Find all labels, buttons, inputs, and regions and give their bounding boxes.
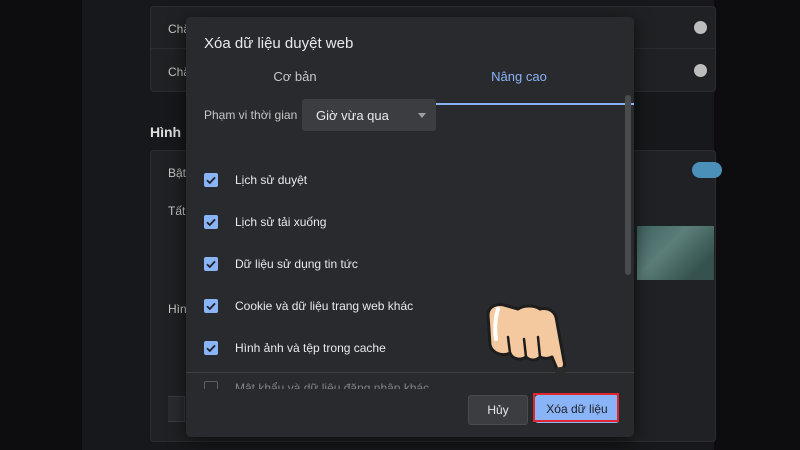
checkbox-checked-icon[interactable] xyxy=(204,299,218,313)
time-range-label: Phạm vi thời gian xyxy=(204,108,298,122)
checkbox-browsing-history[interactable]: Lịch sử duyệt xyxy=(204,171,604,191)
background-button-edge[interactable] xyxy=(168,396,185,422)
checkbox-label: Dữ liệu sử dụng tin tức xyxy=(235,257,358,271)
chevron-down-icon xyxy=(418,113,426,118)
background-toggle[interactable] xyxy=(694,21,707,34)
checkbox-checked-icon[interactable] xyxy=(204,215,218,229)
checkbox-label: Hình ảnh và tệp trong cache xyxy=(235,341,386,355)
time-range-select[interactable]: Giờ vừa qua xyxy=(302,99,436,131)
checkbox-label: Cookie và dữ liệu trang web khác xyxy=(235,299,414,313)
wallpaper-thumbnail[interactable] xyxy=(637,226,714,280)
background-row-label: Tất xyxy=(168,204,186,218)
pointing-hand-icon xyxy=(486,303,567,375)
cancel-button[interactable]: Hủy xyxy=(468,395,528,425)
background-section-heading: Hình xyxy=(150,124,182,140)
checkbox-news-usage-data[interactable]: Dữ liệu sử dụng tin tức xyxy=(204,255,604,275)
checkbox-checked-icon[interactable] xyxy=(204,257,218,271)
right-dark-strip xyxy=(714,0,800,450)
left-dark-strip xyxy=(0,0,82,450)
checkbox-checked-icon[interactable] xyxy=(204,341,218,355)
checkbox-label: Lịch sử duyệt xyxy=(235,173,308,187)
checkbox-checked-icon[interactable] xyxy=(204,173,218,187)
checkbox-label: Mật khẩu và dữ liệu đăng nhập khác xyxy=(235,381,430,389)
clear-button-highlight-box xyxy=(533,393,619,422)
time-range-value: Giờ vừa qua xyxy=(316,108,389,123)
background-row-label: Bật xyxy=(168,166,187,180)
checkbox-download-history[interactable]: Lịch sử tải xuống xyxy=(204,213,604,233)
background-row-label: Hìn xyxy=(168,302,187,316)
scrollbar-thumb[interactable] xyxy=(625,95,631,275)
dialog-scrollbar[interactable] xyxy=(624,91,632,391)
dialog-title: Xóa dữ liệu duyệt web xyxy=(204,35,354,52)
background-toggle[interactable] xyxy=(694,64,707,77)
checkbox-label: Lịch sử tải xuống xyxy=(235,215,327,229)
checkbox-unchecked-icon[interactable] xyxy=(204,381,218,389)
background-toggle-on[interactable] xyxy=(692,162,722,178)
